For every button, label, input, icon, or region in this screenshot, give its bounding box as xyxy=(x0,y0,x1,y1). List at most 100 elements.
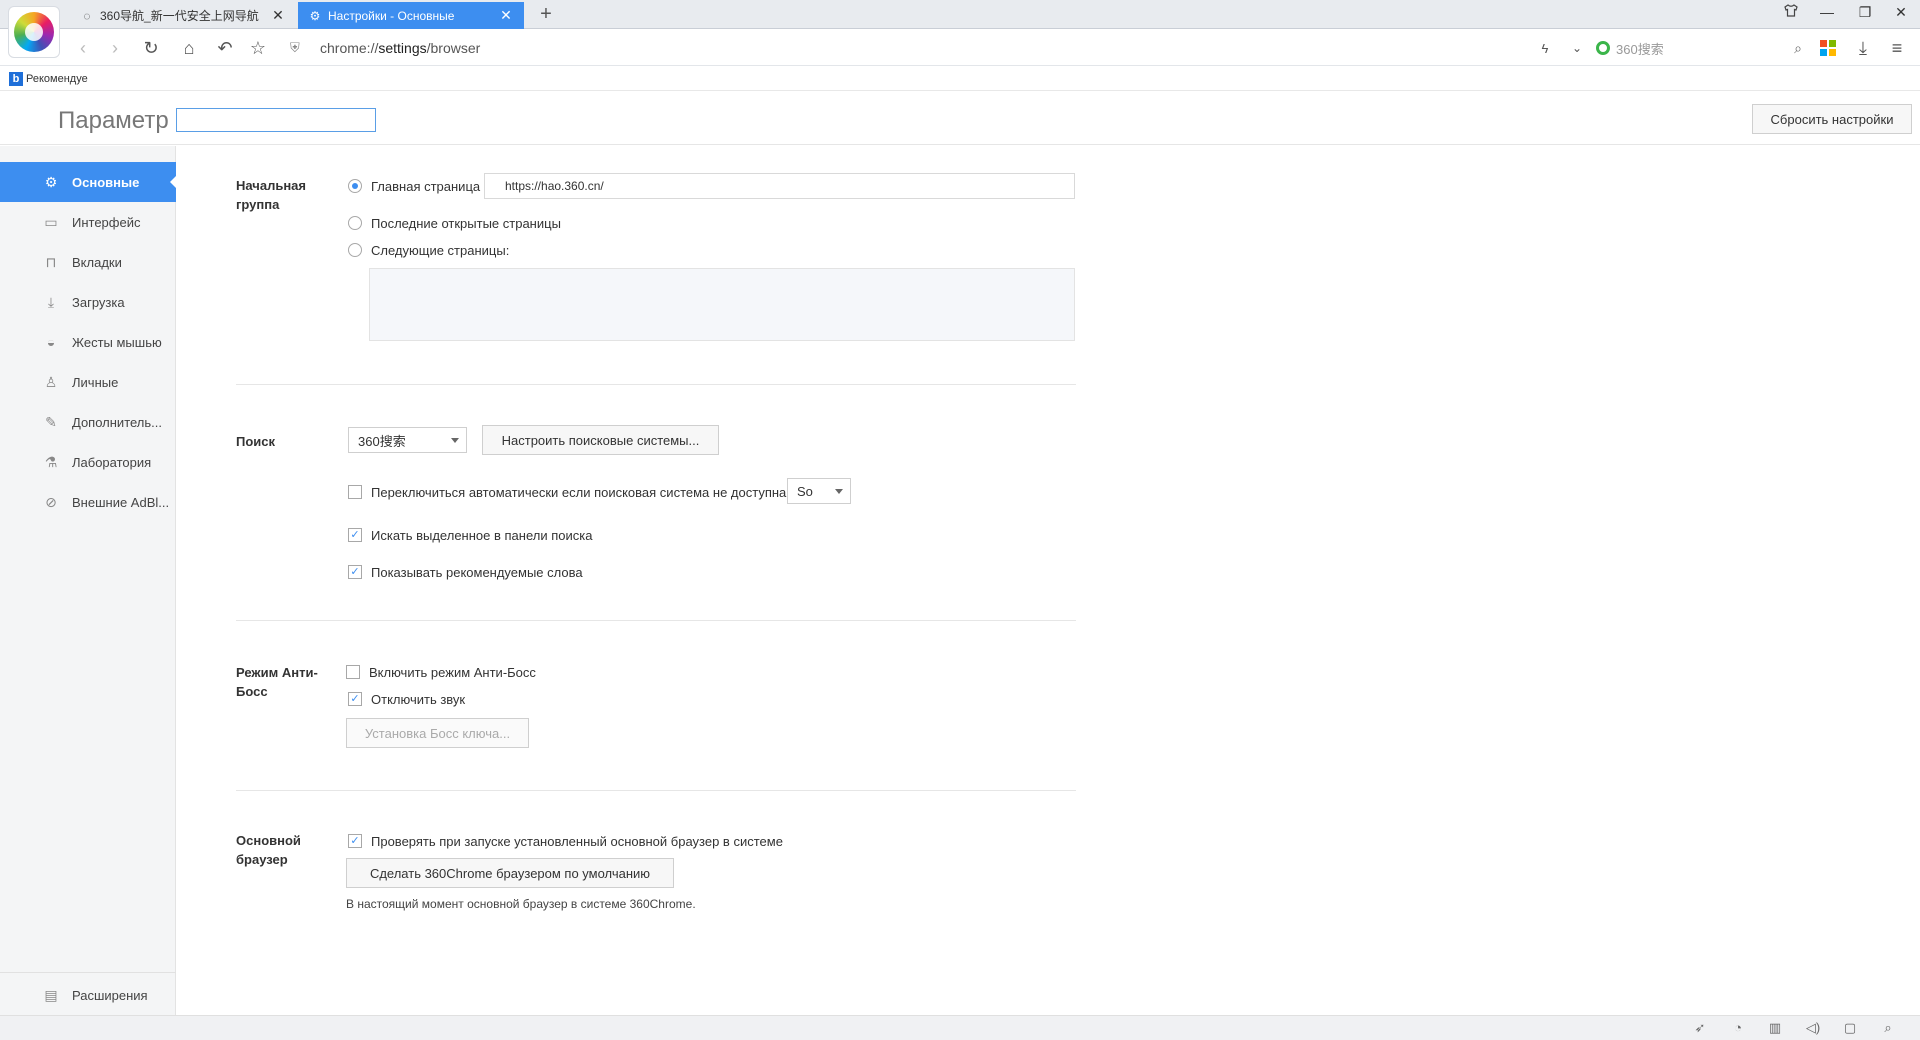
bookmark-star-button[interactable]: ☆ xyxy=(245,36,271,60)
boss-key-button[interactable]: Установка Босс ключа... xyxy=(346,718,529,748)
chevron-down-icon[interactable]: ⌄ xyxy=(1564,36,1590,60)
sidebar-item-personal[interactable]: ♙ Личные xyxy=(0,362,176,402)
show-suggestions-checkbox[interactable]: ✓ xyxy=(348,565,362,579)
next-pages-radio[interactable] xyxy=(348,243,362,257)
forward-button[interactable]: › xyxy=(102,36,128,60)
undo-close-button[interactable]: ↶ xyxy=(212,36,238,60)
restore-icon[interactable]: ❐ xyxy=(1850,4,1880,21)
startup-home-option[interactable]: Главная страница xyxy=(348,176,480,196)
address-bar[interactable]: ⛨ chrome://settings/browser xyxy=(290,35,1580,61)
search-selected-label: Искать выделенное в панели поиска xyxy=(371,527,593,543)
browser-logo[interactable] xyxy=(8,6,60,58)
search-selected-option[interactable]: ✓ Искать выделенное в панели поиска xyxy=(348,525,592,545)
tab-title: 360导航_新一代安全上网导航 xyxy=(100,9,259,23)
new-tab-button[interactable]: + xyxy=(534,3,558,26)
menu-icon[interactable]: ≡ xyxy=(1884,36,1910,60)
extensions-icon: ▤ xyxy=(44,986,58,1003)
sidebar-item-mouse-gestures[interactable]: ◒ Жесты мышью xyxy=(0,322,176,362)
home-button[interactable]: ⌂ xyxy=(176,36,202,60)
last-pages-label: Последние открытые страницы xyxy=(371,215,561,231)
tab-settings[interactable]: ⚙ Настройки - Основные ✕ xyxy=(298,2,524,29)
auto-switch-checkbox[interactable] xyxy=(348,485,362,499)
tab-360-navigation[interactable]: ◌ 360导航_新一代安全上网导航 ✕ xyxy=(70,2,296,29)
antiboss-enable-checkbox[interactable] xyxy=(346,665,360,679)
settings-search-input[interactable] xyxy=(176,108,376,132)
mute-label: Отключить звук xyxy=(371,691,466,707)
search-selected-checkbox[interactable]: ✓ xyxy=(348,528,362,542)
search-engine-select[interactable]: 360搜索 xyxy=(348,427,467,453)
tab-icon: ⊓ xyxy=(45,253,57,270)
skin-icon[interactable] xyxy=(1776,4,1806,20)
configure-search-engines-button[interactable]: Настроить поисковые системы... xyxy=(482,425,719,455)
bookmark-item[interactable]: Рекомендуе xyxy=(26,73,88,85)
sidebar-item-interface[interactable]: ▭ Интерфейс xyxy=(0,202,176,242)
search-input[interactable]: 360搜索 xyxy=(1616,39,1794,58)
downloads-icon[interactable]: ⤓ xyxy=(1850,36,1876,60)
toolbar: ‹ › ↻ ⌂ ↶ ☆ ⛨ chrome://settings/browser … xyxy=(0,30,1920,66)
360-search-logo-icon xyxy=(1596,41,1610,55)
sidebar-item-label: Лаборатория xyxy=(72,454,152,470)
tab-strip: ◌ 360导航_新一代安全上网导航 ✕ ⚙ Настройки - Основн… xyxy=(0,0,1920,29)
sidebar-item-label: Жесты мышью xyxy=(72,334,162,350)
antiboss-enable-option[interactable]: Включить режим Анти-Босс xyxy=(346,662,536,682)
check-default-label: Проверять при запуске установленный осно… xyxy=(371,833,783,849)
search-box[interactable]: 360搜索 ⌕ xyxy=(1596,35,1802,61)
chevron-down-icon xyxy=(451,438,459,443)
home-url-input[interactable]: https://hao.360.cn/ xyxy=(484,173,1075,199)
auto-switch-label: Переключиться автоматически если поисков… xyxy=(371,484,787,500)
search-icon[interactable]: ⌕ xyxy=(1794,40,1802,57)
sidebar-item-advanced[interactable]: ✎ Дополнитель... xyxy=(0,402,176,442)
trash-icon[interactable]: ▥ xyxy=(1765,1020,1785,1036)
next-pages-label: Следующие страницы: xyxy=(371,242,510,258)
address-url[interactable]: chrome://settings/browser xyxy=(320,40,480,56)
sidebar-item-label: Дополнитель... xyxy=(72,414,162,430)
sidebar-item-label: Основные xyxy=(72,174,140,190)
settings-sidebar: ⚙ Основные ▭ Интерфейс ⊓ Вкладки ⤓ Загру… xyxy=(0,146,177,1015)
next-pages-list[interactable] xyxy=(369,268,1075,341)
360-logo-icon xyxy=(14,12,54,52)
check-default-option[interactable]: ✓ Проверять при запуске установленный ос… xyxy=(348,831,783,851)
mute-option[interactable]: ✓ Отключить звук xyxy=(348,689,465,709)
home-page-radio[interactable] xyxy=(348,179,362,193)
close-window-icon[interactable]: ✕ xyxy=(1886,4,1916,21)
startup-last-pages-option[interactable]: Последние открытые страницы xyxy=(348,213,561,233)
reset-settings-button[interactable]: Сбросить настройки xyxy=(1752,104,1912,134)
speed-icon[interactable]: ◔ xyxy=(1728,1020,1748,1035)
back-button[interactable]: ‹ xyxy=(70,36,96,60)
bing-icon: b xyxy=(9,71,23,86)
show-suggestions-option[interactable]: ✓ Показывать рекомендуемые слова xyxy=(348,562,583,582)
window-icon: ▭ xyxy=(44,213,58,230)
fallback-engine-value: So xyxy=(797,483,813,499)
last-pages-radio[interactable] xyxy=(348,216,362,230)
sidebar-item-basic[interactable]: ⚙ Основные xyxy=(0,162,177,202)
reload-button[interactable]: ↻ xyxy=(138,36,164,60)
sidebar-item-lab[interactable]: ⚗ Лаборатория xyxy=(0,442,176,482)
close-tab-icon[interactable]: ✕ xyxy=(498,7,514,24)
speaker-icon[interactable]: ◁) xyxy=(1803,1020,1823,1036)
sidebar-item-tabs[interactable]: ⊓ Вкладки xyxy=(0,242,176,282)
flask-icon: ⚗ xyxy=(44,453,58,470)
tools-icon: ✎ xyxy=(45,413,57,430)
rocket-icon[interactable]: ➶ xyxy=(1690,1020,1710,1036)
make-default-button[interactable]: Сделать 360Chrome браузером по умолчанию xyxy=(346,858,674,888)
sidebar-item-extensions[interactable]: ▤ Расширения xyxy=(0,975,176,1015)
minimize-icon[interactable]: — xyxy=(1812,4,1842,20)
mute-checkbox[interactable]: ✓ xyxy=(348,692,362,706)
default-browser-section-label: Основной браузер xyxy=(236,833,301,867)
zoom-icon[interactable]: ⌕ xyxy=(1878,1020,1898,1036)
settings-content: Начальная группа Главная страница https:… xyxy=(176,146,1920,1015)
startup-next-pages-option[interactable]: Следующие страницы: xyxy=(348,240,509,260)
sidebar-item-downloads[interactable]: ⤓ Загрузка xyxy=(0,282,176,322)
show-suggestions-label: Показывать рекомендуемые слова xyxy=(371,564,583,580)
block-icon: ⊘ xyxy=(45,493,57,510)
apps-grid-icon[interactable] xyxy=(1815,36,1841,60)
bookmarks-bar: b Рекомендуе xyxy=(0,67,1920,91)
sidebar-item-adblock[interactable]: ⊘ Внешние AdBl... xyxy=(0,482,176,522)
close-tab-icon[interactable]: ✕ xyxy=(270,7,286,24)
auto-switch-option[interactable]: Переключиться автоматически если поисков… xyxy=(348,482,786,502)
fallback-engine-select[interactable]: So xyxy=(787,478,851,504)
screenshot-icon[interactable]: ▢ xyxy=(1840,1020,1860,1036)
lightning-icon[interactable]: ϟ xyxy=(1532,36,1558,60)
check-default-checkbox[interactable]: ✓ xyxy=(348,834,362,848)
sidebar-divider xyxy=(0,972,176,973)
